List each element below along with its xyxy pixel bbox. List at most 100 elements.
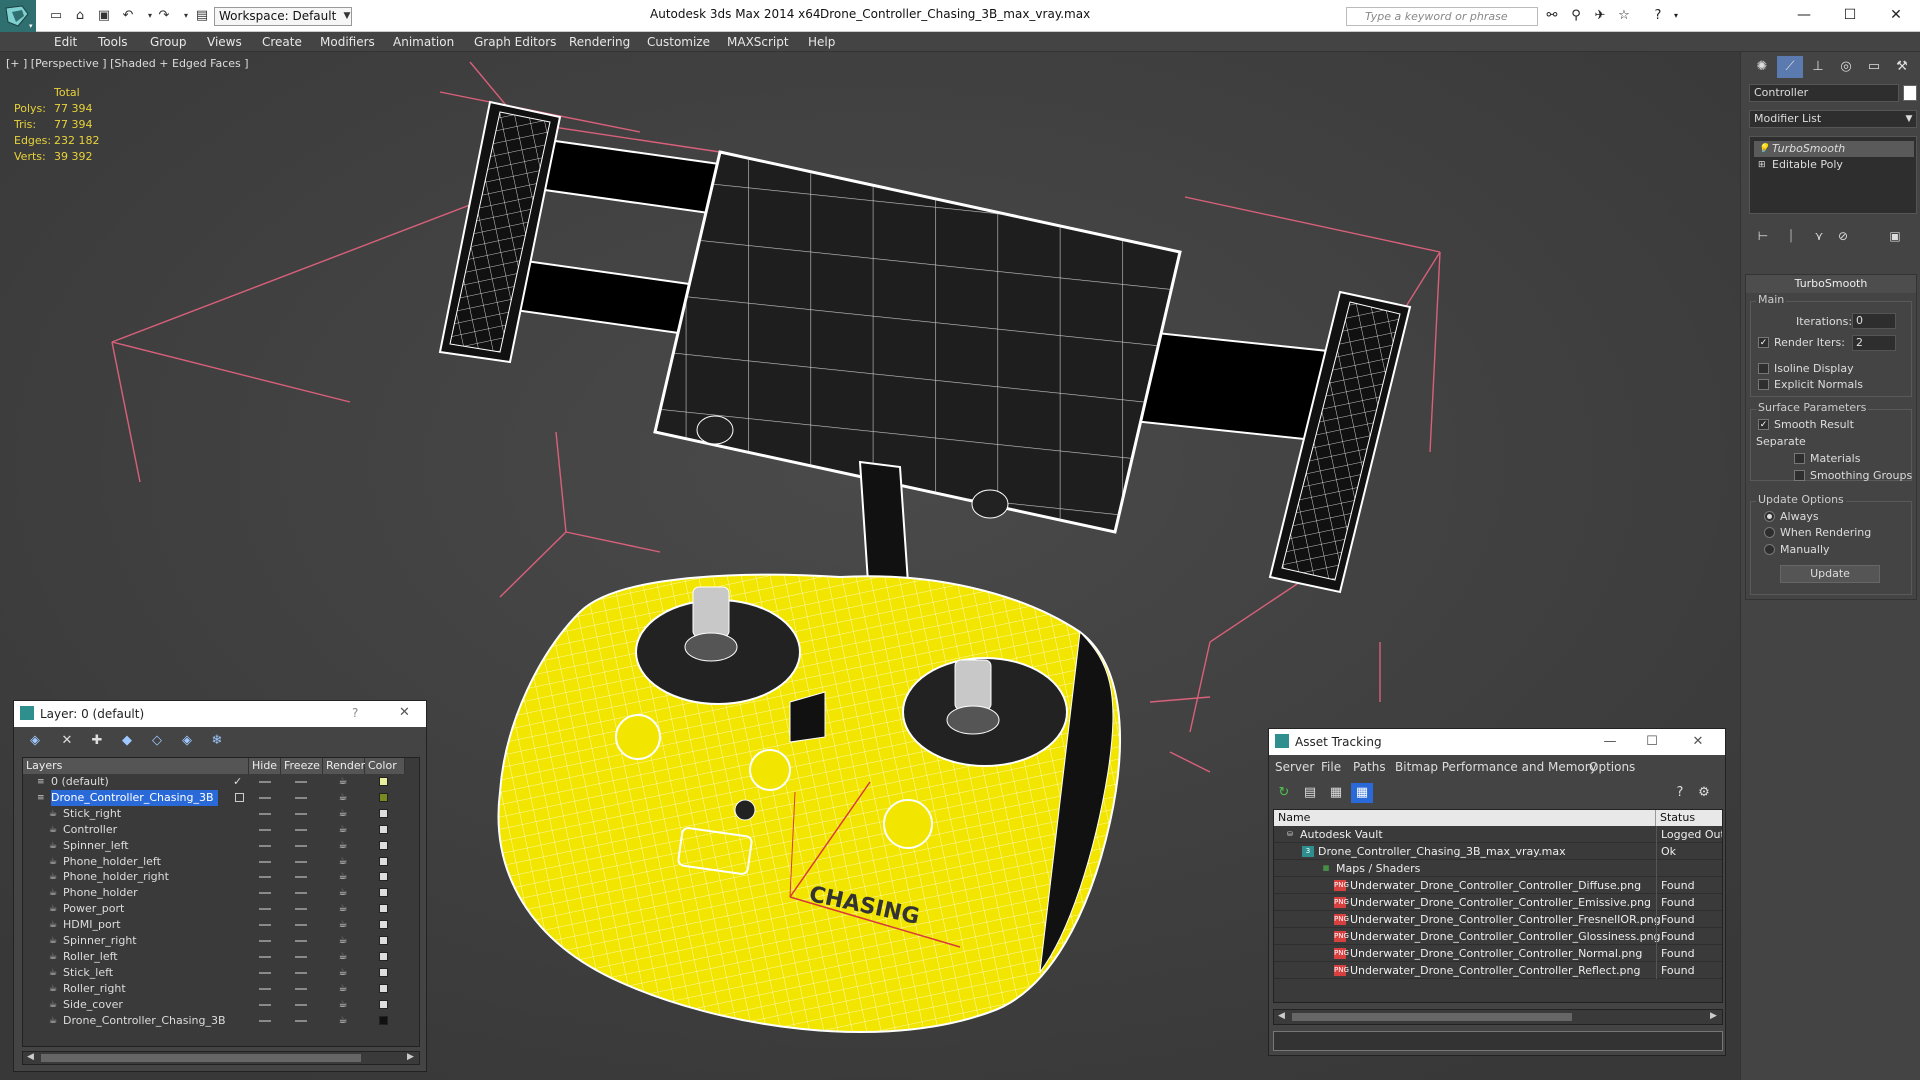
menu-help[interactable]: Help (808, 32, 835, 52)
freeze-toggle[interactable] (295, 1019, 307, 1022)
scroll-left-icon[interactable]: ◀ (1278, 1011, 1285, 1021)
layer-name[interactable]: Phone_holder (63, 885, 142, 901)
menu-edit[interactable]: Edit (54, 32, 77, 52)
render-teapot-icon[interactable]: ☕ (337, 951, 349, 963)
menu-rendering[interactable]: Rendering (569, 32, 630, 52)
scroll-right-icon[interactable]: ▶ (1710, 1011, 1717, 1021)
turbosmooth-rollout-header[interactable]: TurboSmooth (1746, 275, 1916, 293)
hide-toggle[interactable] (259, 971, 271, 974)
object-color-swatch[interactable] (1903, 85, 1917, 101)
hide-toggle[interactable] (259, 876, 271, 879)
column-layers[interactable]: Layers (23, 758, 249, 774)
layer-name[interactable]: Drone_Controller_Chasing_3B (51, 789, 218, 806)
layer-object-row[interactable]: ☕ Roller_left ☕ (23, 949, 419, 965)
menu-graph-editors[interactable]: Graph Editors (474, 32, 556, 52)
layer-color-swatch[interactable] (379, 840, 388, 850)
layer-name[interactable]: Phone_holder_left (63, 854, 165, 870)
set-active-box[interactable] (235, 792, 244, 802)
layer-object-row[interactable]: ☕ Roller_right ☕ (23, 981, 419, 997)
layer-color-swatch[interactable] (379, 967, 388, 977)
layer-color-swatch[interactable] (379, 824, 388, 834)
chevron-down-icon[interactable]: ▼ (340, 7, 354, 26)
subscription-icon[interactable]: ⚲ (1566, 7, 1586, 25)
scroll-right-icon[interactable]: ▶ (407, 1052, 414, 1062)
layer-row[interactable]: ≡ 0 (default) ✓ ☕ (23, 774, 419, 790)
hide-toggle[interactable] (259, 781, 271, 783)
layer-color-swatch[interactable] (379, 872, 388, 882)
hide-toggle[interactable] (259, 860, 271, 863)
asset-row[interactable]: ⛁ Autodesk Vault Logged Out (1274, 826, 1722, 843)
render-teapot-icon[interactable]: ☕ (337, 1015, 349, 1027)
scroll-thumb[interactable] (1292, 1013, 1572, 1021)
render-teapot-icon[interactable]: ☕ (337, 999, 349, 1011)
create-tab-icon[interactable]: ✺ (1749, 56, 1775, 78)
hide-all-icon[interactable]: ◈ (176, 731, 198, 751)
hierarchy-tab-icon[interactable]: ⊥ (1805, 56, 1831, 78)
asset-horizontal-scrollbar[interactable]: ◀ ▶ (1273, 1009, 1723, 1025)
undo-icon[interactable]: ↶ (118, 7, 138, 25)
help-icon[interactable]: ? (352, 706, 358, 720)
layer-object-row[interactable]: ☕ HDMI_port ☕ (23, 917, 419, 933)
render-teapot-icon[interactable]: ☕ (337, 903, 349, 915)
freeze-toggle[interactable] (295, 860, 307, 863)
chevron-down-icon[interactable]: ▼ (1901, 110, 1917, 128)
configure-modifier-sets-icon[interactable]: ▣ (1883, 226, 1907, 246)
asset-menu-paths[interactable]: Paths (1353, 759, 1386, 775)
app-logo-icon[interactable]: ▾ (0, 0, 36, 32)
menu-maxscript[interactable]: MAXScript (727, 32, 789, 52)
layer-object-row[interactable]: ☕ Power_port ☕ (23, 901, 419, 917)
hide-toggle[interactable] (259, 1019, 271, 1022)
select-objects-icon[interactable]: ◆ (116, 731, 138, 751)
freeze-toggle[interactable] (295, 828, 307, 831)
layer-name[interactable]: Drone_Controller_Chasing_3B (63, 1013, 230, 1029)
asset-row[interactable]: PNG Underwater_Drone_Controller_Controlle… (1274, 945, 1722, 962)
menu-animation[interactable]: Animation (393, 32, 454, 52)
layer-color-swatch[interactable] (379, 999, 388, 1009)
layer-object-row[interactable]: ☕ Phone_holder_left ☕ (23, 854, 419, 870)
column-render[interactable]: Render (323, 758, 365, 774)
list-view-icon[interactable]: ▤ (1299, 783, 1321, 803)
utilities-tab-icon[interactable]: ⚒ (1889, 56, 1915, 78)
explicit-normals-checkbox[interactable] (1758, 379, 1769, 390)
asset-menu-file[interactable]: File (1321, 759, 1341, 775)
layer-row[interactable]: ≡ Drone_Controller_Chasing_3B ☕ (23, 789, 419, 806)
render-iters-spinner[interactable]: 2 (1852, 335, 1896, 351)
refresh-icon[interactable]: ↻ (1273, 783, 1295, 803)
render-teapot-icon[interactable]: ☕ (337, 935, 349, 947)
layer-object-row[interactable]: ☕ Phone_holder ☕ (23, 885, 419, 901)
menu-customize[interactable]: Customize (647, 32, 710, 52)
asset-row[interactable]: PNG Underwater_Drone_Controller_Controlle… (1274, 894, 1722, 911)
layer-name[interactable]: Side_cover (63, 997, 127, 1013)
workspace-select[interactable]: Workspace: Default (214, 7, 352, 26)
layer-object-row[interactable]: ☕ Spinner_right ☕ (23, 933, 419, 949)
asset-row[interactable]: PNG Underwater_Drone_Controller_Controlle… (1274, 962, 1722, 979)
layer-name[interactable]: 0 (default) (51, 774, 113, 790)
help-icon[interactable]: ? (1669, 783, 1691, 803)
redo-icon[interactable]: ↷ (154, 7, 174, 25)
hide-toggle[interactable] (259, 987, 271, 990)
communication-icon[interactable]: ✈ (1590, 7, 1610, 25)
close-icon[interactable]: ✕ (399, 705, 410, 720)
freeze-toggle[interactable] (295, 812, 307, 815)
layer-color-swatch[interactable] (379, 808, 388, 818)
freeze-toggle[interactable] (295, 924, 307, 927)
update-button[interactable]: Update (1780, 565, 1880, 583)
hide-toggle[interactable] (259, 796, 271, 799)
hide-toggle[interactable] (259, 940, 271, 942)
remove-modifier-icon[interactable]: ⊘ (1831, 226, 1855, 246)
stack-item-editable-poly[interactable]: ⊞ Editable Poly (1754, 157, 1914, 173)
scroll-thumb[interactable] (41, 1054, 361, 1062)
motion-tab-icon[interactable]: ◎ (1833, 56, 1859, 78)
layer-object-row[interactable]: ☕ Spinner_left ☕ (23, 838, 419, 854)
layer-color-swatch[interactable] (379, 792, 388, 802)
layer-object-row[interactable]: ☕ Side_cover ☕ (23, 997, 419, 1013)
column-status[interactable]: Status (1656, 810, 1722, 826)
render-teapot-icon[interactable]: ☕ (337, 840, 349, 852)
render-iters-checkbox[interactable]: ✓ (1758, 337, 1769, 348)
freeze-toggle[interactable] (295, 892, 307, 895)
minimize-icon[interactable]: — (1599, 733, 1621, 751)
smooth-result-checkbox[interactable]: ✓ (1758, 419, 1769, 430)
manually-radio[interactable] (1764, 544, 1775, 555)
render-teapot-icon[interactable]: ☕ (337, 887, 349, 899)
asset-menu-server[interactable]: Server (1275, 759, 1314, 775)
